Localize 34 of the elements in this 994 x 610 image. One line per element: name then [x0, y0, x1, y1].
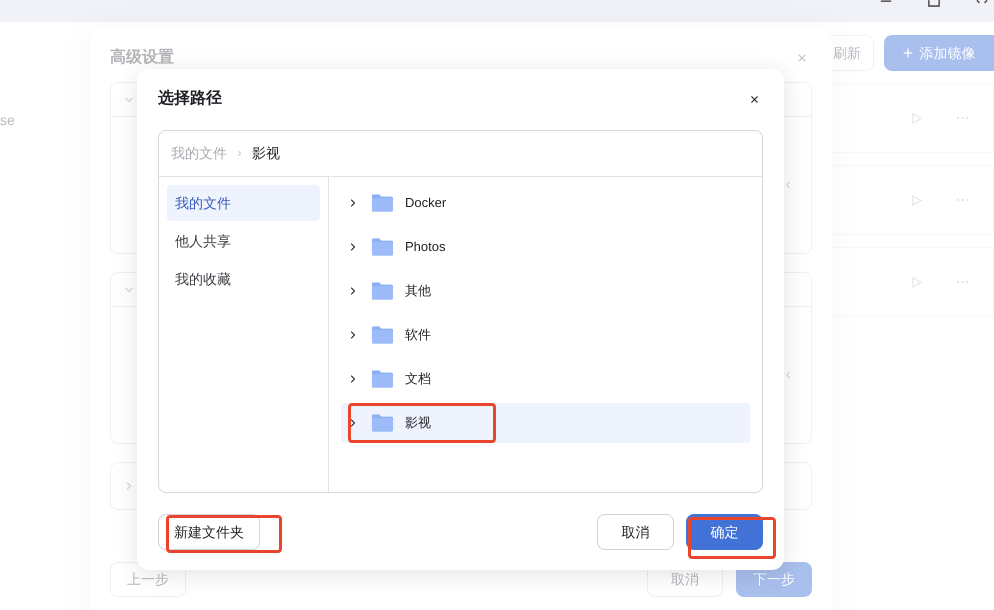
cancel-button[interactable]: 取消 [597, 514, 674, 550]
folder-row[interactable]: 其他 [341, 271, 750, 311]
folder-row[interactable]: 软件 [341, 315, 750, 355]
close-icon[interactable] [749, 94, 760, 104]
folder-name: 影视 [405, 414, 431, 432]
folder-row[interactable]: Photos [341, 227, 750, 267]
folder-icon [371, 413, 394, 433]
close-icon[interactable] [976, 0, 988, 4]
folder-icon [371, 237, 394, 257]
breadcrumb-item: 影视 [252, 144, 280, 163]
dialog-title: 选择路径 [158, 88, 222, 109]
maximize-icon[interactable] [928, 0, 940, 7]
folder-name: Docker [405, 194, 446, 212]
play-icon[interactable] [911, 112, 922, 124]
folder-row[interactable]: 影视 [341, 403, 750, 443]
minimize-icon[interactable] [880, 0, 892, 4]
location-item[interactable]: 我的文件 [167, 185, 320, 221]
folder-name: Photos [405, 238, 446, 256]
folder-name: 文档 [405, 370, 431, 388]
location-item[interactable]: 我的收藏 [167, 261, 320, 297]
folder-row[interactable]: Docker [341, 183, 750, 223]
play-icon[interactable] [911, 276, 922, 288]
location-item[interactable]: 他人共享 [167, 223, 320, 259]
dialog-title: 高级设置 [110, 47, 174, 68]
folder-name: 其他 [405, 282, 431, 300]
breadcrumb-separator-icon [235, 149, 244, 158]
play-icon[interactable] [911, 194, 922, 206]
folder-name: 软件 [405, 326, 431, 344]
folder-icon [371, 325, 394, 345]
folder-icon [371, 281, 394, 301]
folder-row[interactable]: 文档 [341, 359, 750, 399]
new-folder-button[interactable]: 新建文件夹 [158, 514, 260, 550]
folder-icon [371, 369, 394, 389]
folder-icon [371, 193, 394, 213]
